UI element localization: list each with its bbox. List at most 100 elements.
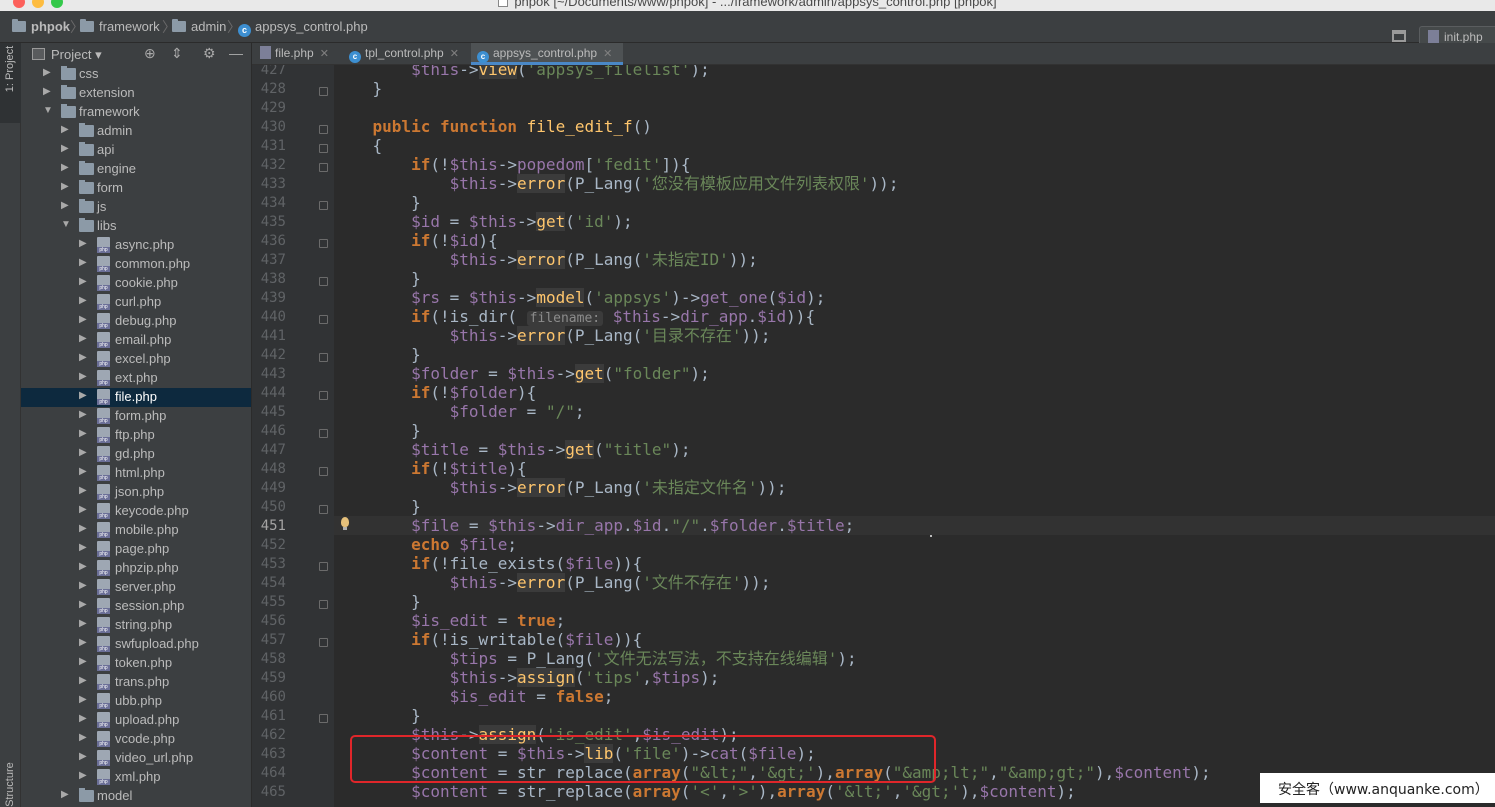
project-view-select[interactable]: Project ▾ bbox=[51, 47, 102, 63]
tree-file[interactable]: ▶ cookie.php bbox=[21, 274, 251, 293]
tree-file[interactable]: ▶ excel.php bbox=[21, 350, 251, 369]
fold-marker-icon[interactable] bbox=[319, 277, 328, 286]
chevron-right-icon[interactable]: ▶ bbox=[79, 409, 87, 420]
breadcrumb-project[interactable]: phpok bbox=[12, 19, 70, 34]
fold-marker-icon[interactable] bbox=[319, 467, 328, 476]
tree-file[interactable]: ▶ trans.php bbox=[21, 673, 251, 692]
chevron-right-icon[interactable]: ▶ bbox=[79, 314, 87, 325]
chevron-right-icon[interactable]: ▶ bbox=[79, 352, 87, 363]
editor-tab[interactable]: c appsys_control.php ✕ bbox=[471, 43, 623, 65]
chevron-right-icon[interactable]: ▶ bbox=[61, 181, 69, 192]
tree-file[interactable]: ▶ form.php bbox=[21, 407, 251, 426]
intention-bulb-icon[interactable] bbox=[341, 517, 349, 530]
fold-marker-icon[interactable] bbox=[319, 505, 328, 514]
editor-tab[interactable]: c tpl_control.php ✕ bbox=[349, 43, 475, 65]
chevron-down-icon[interactable]: ▼ bbox=[43, 105, 53, 116]
chevron-right-icon[interactable]: ▶ bbox=[61, 200, 69, 211]
chevron-right-icon[interactable]: ▶ bbox=[79, 390, 87, 401]
tree-file[interactable]: ▶ phpzip.php bbox=[21, 559, 251, 578]
chevron-right-icon[interactable]: ▶ bbox=[79, 333, 87, 344]
chevron-right-icon[interactable]: ▶ bbox=[79, 428, 87, 439]
tree-folder[interactable]: ▶ form bbox=[21, 179, 251, 198]
chevron-right-icon[interactable]: ▶ bbox=[61, 162, 69, 173]
close-icon[interactable]: ✕ bbox=[450, 48, 459, 60]
chevron-right-icon[interactable]: ▶ bbox=[79, 732, 87, 743]
locate-icon[interactable]: ⊕ bbox=[144, 45, 156, 62]
fold-marker-icon[interactable] bbox=[319, 600, 328, 609]
chevron-right-icon[interactable]: ▶ bbox=[79, 675, 87, 686]
chevron-right-icon[interactable]: ▶ bbox=[79, 542, 87, 553]
close-icon[interactable]: ✕ bbox=[320, 48, 329, 60]
tree-file[interactable]: ▶ ext.php bbox=[21, 369, 251, 388]
breadcrumb-framework[interactable]: framework bbox=[80, 19, 160, 34]
tree-file[interactable]: ▶ ubb.php bbox=[21, 692, 251, 711]
tree-file[interactable]: ▶ xml.php bbox=[21, 768, 251, 787]
collapse-all-icon[interactable]: ⇕ bbox=[171, 45, 183, 62]
tree-file[interactable]: ▶ keycode.php bbox=[21, 502, 251, 521]
tree-file[interactable]: ▶ file.php bbox=[21, 388, 251, 407]
fold-marker-icon[interactable] bbox=[319, 144, 328, 153]
hide-panel-icon[interactable]: — bbox=[229, 45, 243, 61]
chevron-right-icon[interactable]: ▶ bbox=[61, 124, 69, 135]
fold-marker-icon[interactable] bbox=[319, 125, 328, 134]
tree-file[interactable]: ▶ curl.php bbox=[21, 293, 251, 312]
tree-file[interactable]: ▶ json.php bbox=[21, 483, 251, 502]
tree-file[interactable]: ▶ token.php bbox=[21, 654, 251, 673]
close-icon[interactable]: ✕ bbox=[603, 48, 612, 60]
tree-file[interactable]: ▶ vcode.php bbox=[21, 730, 251, 749]
tree-file[interactable]: ▶ html.php bbox=[21, 464, 251, 483]
chevron-right-icon[interactable]: ▶ bbox=[79, 238, 87, 249]
chevron-right-icon[interactable]: ▶ bbox=[79, 485, 87, 496]
fold-marker-icon[interactable] bbox=[319, 239, 328, 248]
fold-marker-icon[interactable] bbox=[319, 87, 328, 96]
breadcrumb-admin[interactable]: admin bbox=[172, 19, 226, 34]
tree-folder[interactable]: ▶ api bbox=[21, 141, 251, 160]
tree-folder[interactable]: ▶ admin bbox=[21, 122, 251, 141]
tree-file[interactable]: ▶ gd.php bbox=[21, 445, 251, 464]
chevron-right-icon[interactable]: ▶ bbox=[79, 751, 87, 762]
chevron-right-icon[interactable]: ▶ bbox=[43, 86, 51, 97]
tree-file[interactable]: ▶ mobile.php bbox=[21, 521, 251, 540]
tree-file[interactable]: ▶ ftp.php bbox=[21, 426, 251, 445]
gear-icon[interactable]: ⚙ bbox=[203, 45, 216, 62]
tree-file[interactable]: ▶ session.php bbox=[21, 597, 251, 616]
tree-folder[interactable]: ▶ js bbox=[21, 198, 251, 217]
tree-file[interactable]: ▶ upload.php bbox=[21, 711, 251, 730]
tree-folder[interactable]: ▶ extension bbox=[21, 84, 251, 103]
tree-file[interactable]: ▶ server.php bbox=[21, 578, 251, 597]
editor-tab[interactable]: file.php ✕ bbox=[260, 43, 348, 65]
tree-file[interactable]: ▶ swfupload.php bbox=[21, 635, 251, 654]
chevron-right-icon[interactable]: ▶ bbox=[61, 143, 69, 154]
chevron-right-icon[interactable]: ▶ bbox=[79, 295, 87, 306]
chevron-right-icon[interactable]: ▶ bbox=[61, 789, 69, 800]
tree-folder[interactable]: ▼ framework bbox=[21, 103, 251, 122]
tool-tab-structure[interactable]: Z: Structure bbox=[4, 762, 16, 807]
tree-file[interactable]: ▶ string.php bbox=[21, 616, 251, 635]
fold-marker-icon[interactable] bbox=[319, 638, 328, 647]
code-editor[interactable]: $this->view('appsys_filelist'); } public… bbox=[334, 65, 1495, 807]
fold-marker-icon[interactable] bbox=[319, 353, 328, 362]
chevron-right-icon[interactable]: ▶ bbox=[79, 599, 87, 610]
chevron-right-icon[interactable]: ▶ bbox=[79, 637, 87, 648]
tree-file[interactable]: ▶ video_url.php bbox=[21, 749, 251, 768]
chevron-down-icon[interactable]: ▼ bbox=[61, 219, 71, 230]
breadcrumb-file[interactable]: c appsys_control.php bbox=[238, 19, 368, 37]
fold-marker-icon[interactable] bbox=[319, 562, 328, 571]
chevron-right-icon[interactable]: ▶ bbox=[79, 447, 87, 458]
chevron-right-icon[interactable]: ▶ bbox=[79, 523, 87, 534]
tree-folder[interactable]: ▶ css bbox=[21, 65, 251, 84]
fold-marker-icon[interactable] bbox=[319, 714, 328, 723]
chevron-right-icon[interactable]: ▶ bbox=[79, 770, 87, 781]
fold-marker-icon[interactable] bbox=[319, 201, 328, 210]
chevron-right-icon[interactable]: ▶ bbox=[43, 67, 51, 78]
tool-tab-project[interactable]: 1: Project bbox=[4, 46, 16, 92]
tree-file[interactable]: ▶ common.php bbox=[21, 255, 251, 274]
terminal-icon[interactable] bbox=[1392, 30, 1406, 42]
chevron-right-icon[interactable]: ▶ bbox=[79, 257, 87, 268]
tree-folder[interactable]: ▶ engine bbox=[21, 160, 251, 179]
chevron-right-icon[interactable]: ▶ bbox=[79, 656, 87, 667]
chevron-right-icon[interactable]: ▶ bbox=[79, 713, 87, 724]
chevron-right-icon[interactable]: ▶ bbox=[79, 618, 87, 629]
tree-folder[interactable]: ▶ model bbox=[21, 787, 251, 806]
tree-folder[interactable]: ▼ libs bbox=[21, 217, 251, 236]
